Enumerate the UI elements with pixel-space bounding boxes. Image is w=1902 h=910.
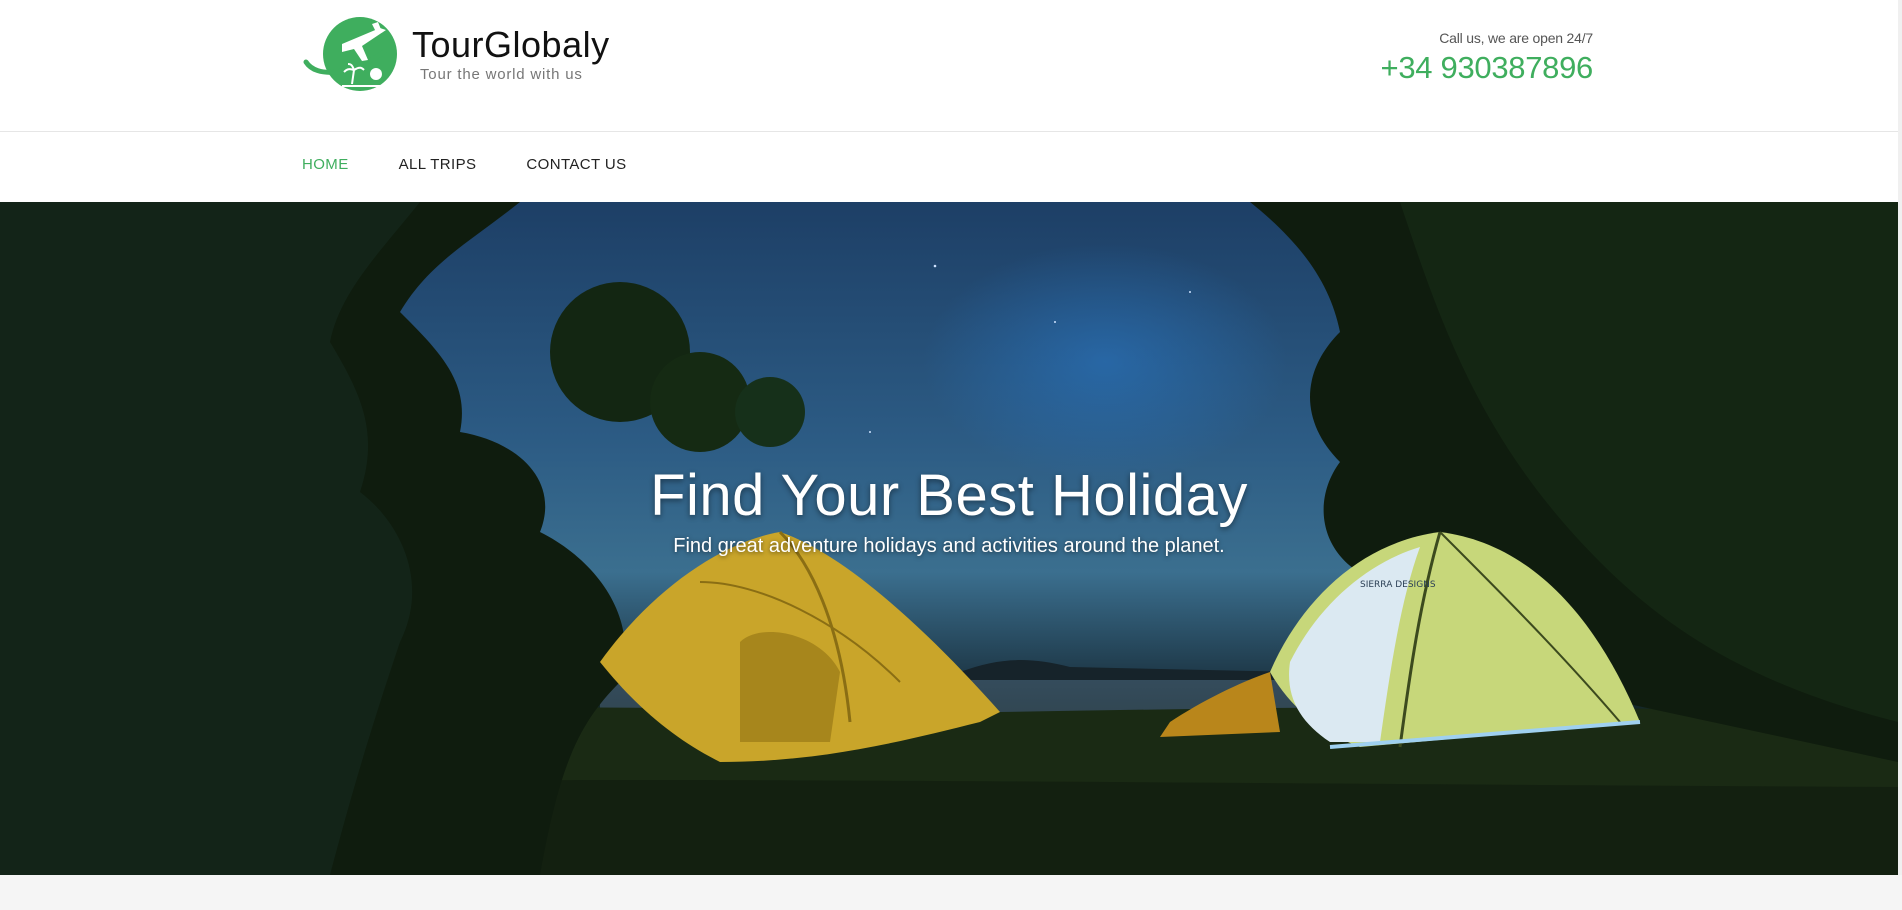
scrollbar-track[interactable] xyxy=(1898,0,1902,875)
hero-title: Find Your Best Holiday xyxy=(650,463,1248,528)
tent-brand-label: SIERRA DESIGNS xyxy=(1360,580,1436,590)
main-nav: HOME ALL TRIPS CONTACT US xyxy=(0,132,1902,202)
content-strip xyxy=(0,875,1902,910)
nav-item-contact-us[interactable]: CONTACT US xyxy=(526,156,626,173)
nav-item-all-trips[interactable]: ALL TRIPS xyxy=(399,156,477,173)
nav-list: HOME ALL TRIPS CONTACT US xyxy=(302,156,677,173)
site-header: TourGlobaly Tour the world with us Call … xyxy=(0,0,1902,132)
phone-link[interactable]: +34 930387896 xyxy=(1381,50,1594,86)
nav-item-home[interactable]: HOME xyxy=(302,156,349,173)
hero-banner: SIERRA DESIGNS Find Your Best Holiday Fi… xyxy=(0,202,1898,875)
brand-name: TourGlobaly xyxy=(412,24,610,65)
header-contact: Call us, we are open 24/7 +34 930387896 xyxy=(1381,30,1594,86)
brand-tagline: Tour the world with us xyxy=(420,66,583,83)
site-logo[interactable]: TourGlobaly Tour the world with us xyxy=(302,14,610,94)
page: TourGlobaly Tour the world with us Call … xyxy=(0,0,1902,910)
hero-copy: Find Your Best Holiday Find great advent… xyxy=(0,462,1898,558)
logo-globe-plane-icon xyxy=(302,14,400,94)
hero-subtitle: Find great adventure holidays and activi… xyxy=(673,535,1225,557)
contact-note: Call us, we are open 24/7 xyxy=(1439,30,1593,46)
